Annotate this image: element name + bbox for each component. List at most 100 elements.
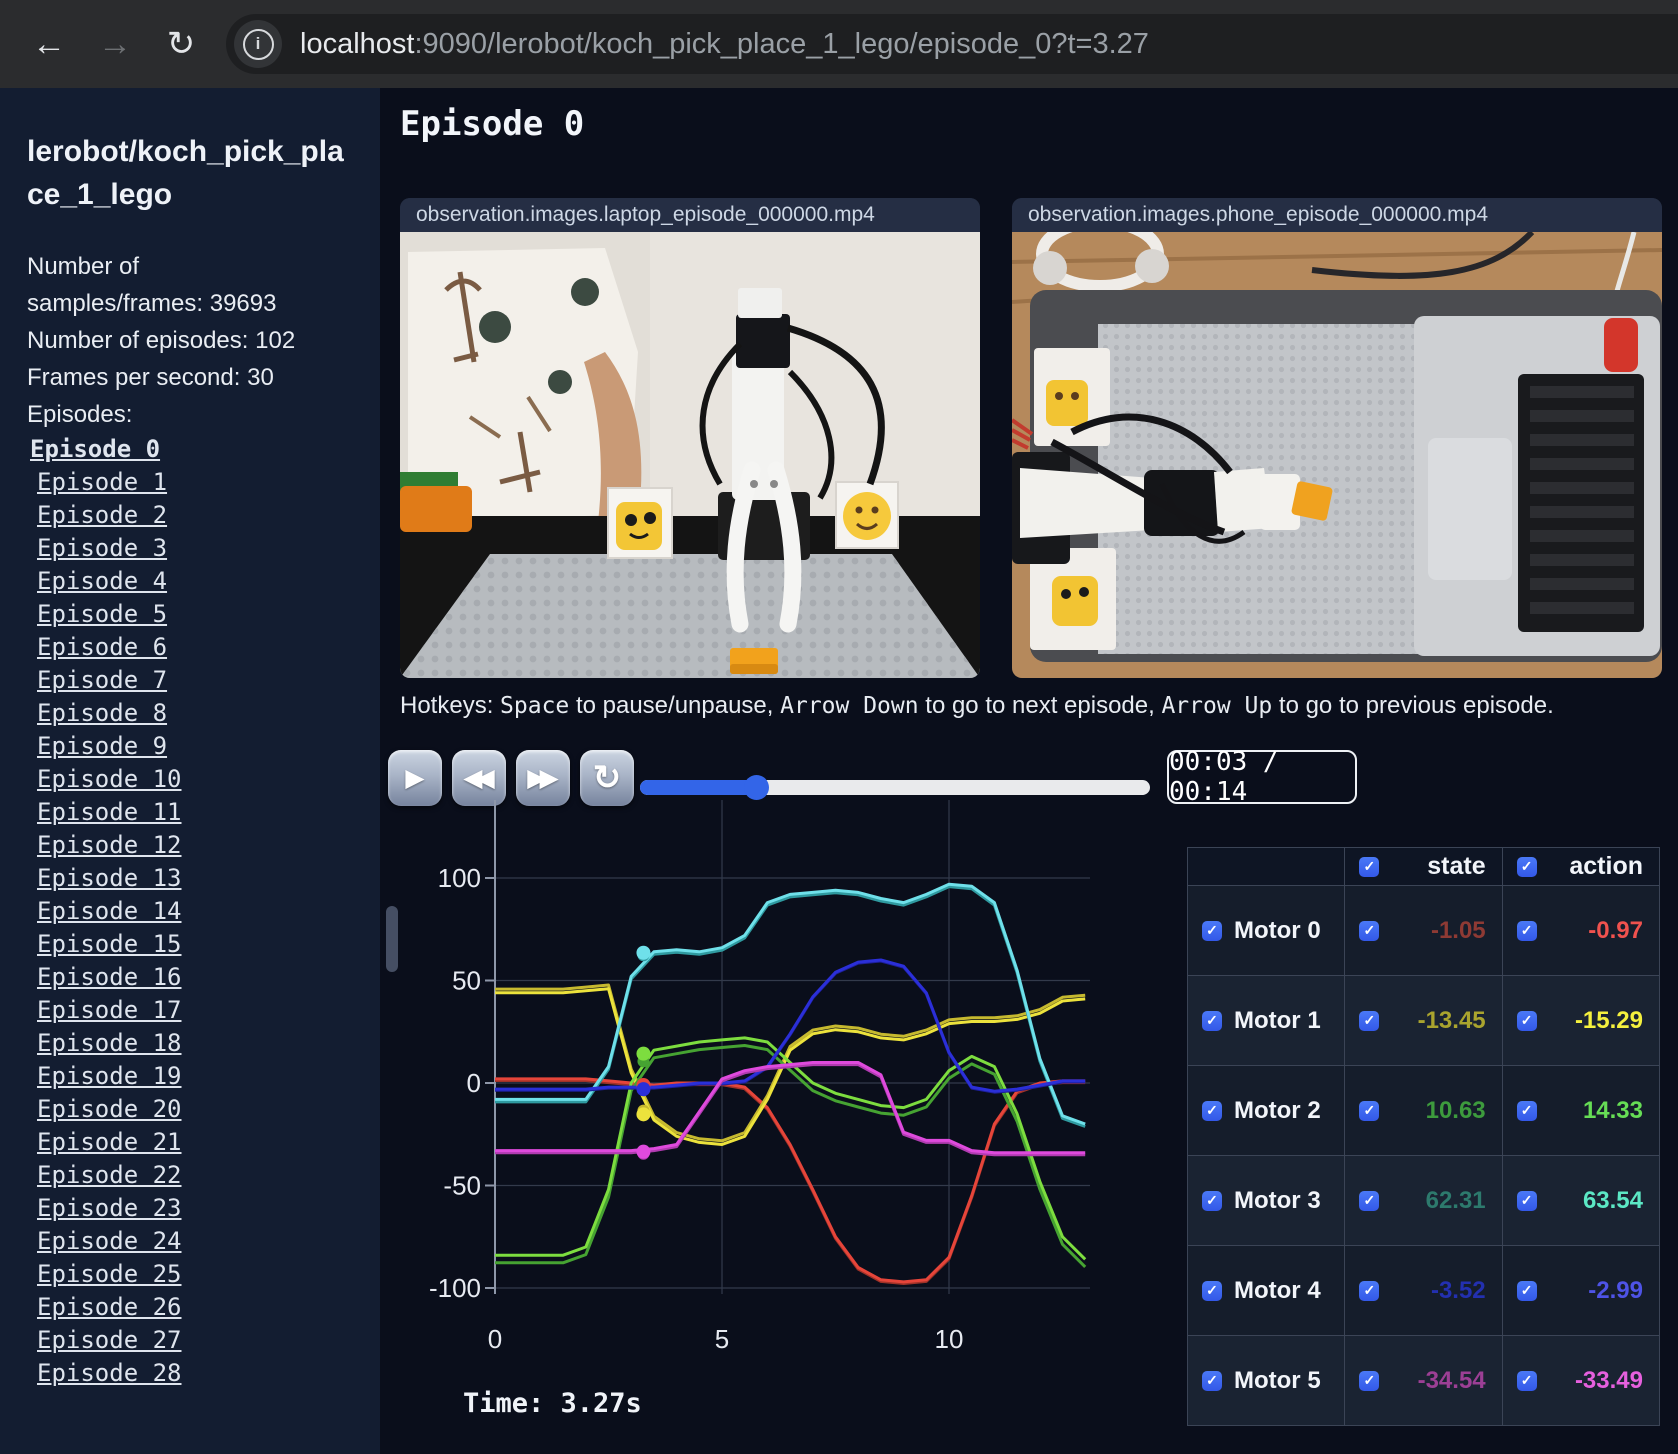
- motor-1-action-checkbox[interactable]: ✓: [1516, 1010, 1537, 1031]
- motor-2-state-value: 10.63: [1425, 1096, 1486, 1124]
- episode-link-21[interactable]: Episode 21: [27, 1126, 360, 1159]
- episode-link-23[interactable]: Episode 23: [27, 1192, 360, 1225]
- motor-1-checkbox[interactable]: ✓: [1202, 1010, 1222, 1031]
- motor-label: Motor 2: [1234, 1096, 1321, 1124]
- video-card-laptop: observation.images.laptop_episode_000000…: [400, 198, 980, 678]
- video-frame-phone: [1012, 232, 1662, 678]
- state-column-checkbox[interactable]: ✓: [1359, 856, 1380, 877]
- episode-link-1[interactable]: Episode 1: [27, 466, 360, 499]
- motor-table: ✓ state ✓ action ✓ Motor 0 ✓ -1.05 ✓ -0.97 ✓ Motor …: [1186, 847, 1661, 1426]
- motor-5-state-checkbox[interactable]: ✓: [1359, 1370, 1380, 1391]
- motor-2-checkbox[interactable]: ✓: [1202, 1100, 1222, 1121]
- episode-link-5[interactable]: Episode 5: [27, 598, 360, 631]
- episode-link-11[interactable]: Episode 11: [27, 796, 360, 829]
- hotkey-key: Space: [500, 693, 570, 719]
- motor-0-checkbox[interactable]: ✓: [1202, 920, 1222, 941]
- episode-link-13[interactable]: Episode 13: [27, 862, 360, 895]
- episode-link-9[interactable]: Episode 9: [27, 730, 360, 763]
- robot-scene-top-view: [1012, 232, 1662, 678]
- episode-link-20[interactable]: Episode 20: [27, 1093, 360, 1126]
- motor-2-action-value: 14.33: [1582, 1096, 1643, 1124]
- episode-link-27[interactable]: Episode 27: [27, 1324, 360, 1357]
- episode-link-25[interactable]: Episode 25: [27, 1258, 360, 1291]
- motor-5-action-value: -33.49: [1574, 1366, 1643, 1394]
- episode-link-0[interactable]: Episode 0: [27, 433, 360, 466]
- fast-forward-icon: ▶▶: [527, 764, 559, 792]
- url-text[interactable]: localhost:9090/lerobot/koch_pick_place_1…: [300, 28, 1149, 61]
- video-title-phone: observation.images.phone_episode_000000.…: [1012, 198, 1662, 232]
- episode-link-15[interactable]: Episode 15: [27, 928, 360, 961]
- fps-info: Frames per second: 30: [27, 364, 274, 391]
- motor-3-state-value: 62.31: [1425, 1186, 1486, 1214]
- dataset-title: lerobot/koch_pick_place_1_lego: [27, 135, 344, 211]
- episode-link-26[interactable]: Episode 26: [27, 1291, 360, 1324]
- motor-3-state-checkbox[interactable]: ✓: [1359, 1190, 1380, 1211]
- browser-back-icon[interactable]: ←: [28, 25, 70, 64]
- action-column-checkbox[interactable]: ✓: [1516, 856, 1537, 877]
- episode-link-28[interactable]: Episode 28: [27, 1357, 360, 1390]
- episode-link-18[interactable]: Episode 18: [27, 1027, 360, 1060]
- motor-2-state-checkbox[interactable]: ✓: [1359, 1100, 1380, 1121]
- motor-5-action-checkbox[interactable]: ✓: [1516, 1370, 1537, 1391]
- motor-label: Motor 3: [1234, 1186, 1321, 1214]
- motor-2-action-checkbox[interactable]: ✓: [1516, 1100, 1537, 1121]
- episode-link-22[interactable]: Episode 22: [27, 1159, 360, 1192]
- motor-3-checkbox[interactable]: ✓: [1202, 1190, 1222, 1211]
- motor-4-action-checkbox[interactable]: ✓: [1516, 1280, 1537, 1301]
- svg-text:100: 100: [438, 863, 481, 893]
- state-column-header: state: [1427, 852, 1486, 880]
- dataset-info: Number of samples/frames: 39693 Number o…: [27, 248, 309, 433]
- motor-4-state-value: -3.52: [1430, 1276, 1486, 1304]
- motor-5-checkbox[interactable]: ✓: [1202, 1370, 1222, 1391]
- episode-link-12[interactable]: Episode 12: [27, 829, 360, 862]
- svg-text:-100: -100: [429, 1273, 481, 1303]
- browser-forward-icon[interactable]: →: [94, 25, 136, 64]
- motor-row-4: ✓ Motor 4 ✓ -3.52 ✓ -2.99: [1186, 1245, 1661, 1336]
- motor-0-state-checkbox[interactable]: ✓: [1359, 920, 1380, 941]
- hotkey-text: to go to previous episode.: [1272, 692, 1554, 719]
- episode-link-4[interactable]: Episode 4: [27, 565, 360, 598]
- browser-reload-icon[interactable]: ↻: [160, 24, 202, 64]
- motor-1-state-checkbox[interactable]: ✓: [1359, 1010, 1380, 1031]
- svg-text:0: 0: [488, 1324, 502, 1354]
- browser-address-bar[interactable]: i localhost:9090/lerobot/koch_pick_place…: [226, 14, 1678, 74]
- episode-link-6[interactable]: Episode 6: [27, 631, 360, 664]
- episode-link-8[interactable]: Episode 8: [27, 697, 360, 730]
- motor-1-state-value: -13.45: [1417, 1006, 1486, 1034]
- episode-link-3[interactable]: Episode 3: [27, 532, 360, 565]
- chart-time-label: Time: 3.27s: [463, 1388, 642, 1419]
- episode-link-14[interactable]: Episode 14: [27, 895, 360, 928]
- motor-0-action-checkbox[interactable]: ✓: [1516, 920, 1537, 941]
- samples-count: Number of samples/frames: 39693: [27, 253, 277, 317]
- url-host: localhost: [300, 27, 415, 60]
- episode-link-19[interactable]: Episode 19: [27, 1060, 360, 1093]
- hotkey-text: to pause/unpause,: [569, 692, 781, 719]
- episode-link-10[interactable]: Episode 10: [27, 763, 360, 796]
- svg-text:10: 10: [935, 1324, 964, 1354]
- motor-row-5: ✓ Motor 5 ✓ -34.54 ✓ -33.49: [1186, 1335, 1661, 1426]
- svg-text:50: 50: [452, 966, 481, 996]
- motor-label: Motor 0: [1234, 916, 1321, 944]
- episode-link-24[interactable]: Episode 24: [27, 1225, 360, 1258]
- motor-row-3: ✓ Motor 3 ✓ 62.31 ✓ 63.54: [1186, 1155, 1661, 1246]
- svg-text:-50: -50: [443, 1171, 481, 1201]
- video-frame-laptop: [400, 232, 980, 678]
- page-title: Episode 0: [400, 104, 585, 144]
- motor-4-state-checkbox[interactable]: ✓: [1359, 1280, 1380, 1301]
- time-display: 00:03 / 00:14: [1167, 747, 1357, 807]
- motor-0-action-value: -0.97: [1588, 916, 1643, 944]
- site-info-icon[interactable]: i: [234, 20, 282, 68]
- motor-4-checkbox[interactable]: ✓: [1202, 1280, 1222, 1301]
- episode-link-2[interactable]: Episode 2: [27, 499, 360, 532]
- hotkey-text: to go to next episode,: [918, 692, 1162, 719]
- motor-label: Motor 5: [1234, 1366, 1321, 1394]
- scrollbar-thumb[interactable]: [386, 906, 398, 972]
- motor-1-action-value: -15.29: [1574, 1006, 1643, 1034]
- motor-row-0: ✓ Motor 0 ✓ -1.05 ✓ -0.97: [1186, 885, 1661, 976]
- svg-text:0: 0: [467, 1068, 481, 1098]
- main-panel: Episode 0 observation.images.laptop_epis…: [380, 88, 1678, 1454]
- episode-link-7[interactable]: Episode 7: [27, 664, 360, 697]
- episode-link-16[interactable]: Episode 16: [27, 961, 360, 994]
- motor-3-action-checkbox[interactable]: ✓: [1516, 1190, 1537, 1211]
- episode-link-17[interactable]: Episode 17: [27, 994, 360, 1027]
